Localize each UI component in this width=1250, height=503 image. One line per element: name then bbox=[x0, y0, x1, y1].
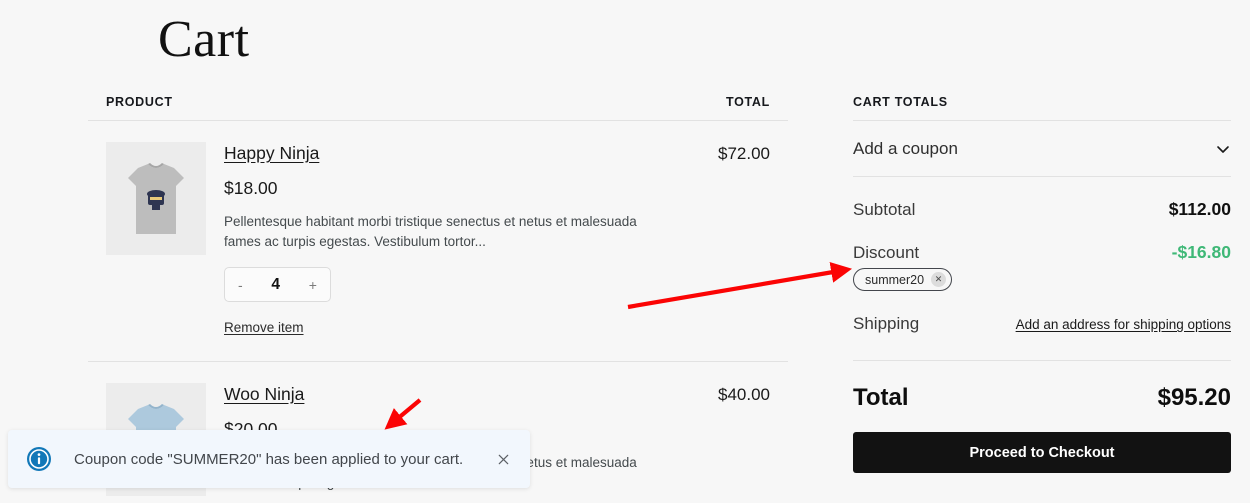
add-coupon-label: Add a coupon bbox=[853, 138, 958, 158]
quantity-value: 4 bbox=[271, 275, 281, 293]
add-shipping-address-link[interactable]: Add an address for shipping options bbox=[1016, 317, 1231, 332]
total-label: Total bbox=[853, 384, 909, 411]
row-line-total: $72.00 bbox=[718, 144, 770, 163]
quantity-stepper[interactable]: - 4 + bbox=[224, 267, 331, 302]
add-coupon-toggle[interactable]: Add a coupon bbox=[853, 121, 1231, 177]
quantity-decrement-button[interactable]: - bbox=[238, 278, 243, 292]
total-value: $95.20 bbox=[1157, 384, 1231, 411]
shipping-label: Shipping bbox=[853, 314, 920, 333]
shipping-row: Shipping Add an address for shipping opt… bbox=[853, 314, 1231, 361]
coupon-applied-toast: Coupon code "SUMMER20" has been applied … bbox=[8, 430, 530, 488]
tshirt-icon bbox=[106, 142, 206, 255]
product-thumbnail[interactable] bbox=[106, 142, 206, 255]
cart-page: Cart PRODUCT TOTAL Happy Ninja $18.00 Pe… bbox=[0, 0, 1250, 503]
discount-row: Discount -$16.80 bbox=[853, 242, 1231, 263]
product-details: Happy Ninja $18.00 Pellentesque habitant… bbox=[206, 142, 660, 337]
cart-totals-heading: CART TOTALS bbox=[853, 95, 1231, 121]
discount-value: -$16.80 bbox=[1171, 242, 1231, 262]
product-name-link[interactable]: Woo Ninja bbox=[224, 383, 304, 405]
quantity-increment-button[interactable]: + bbox=[309, 278, 317, 292]
subtotal-value: $112.00 bbox=[1168, 199, 1231, 219]
page-title: Cart bbox=[158, 11, 250, 68]
product-unit-price: $18.00 bbox=[224, 178, 278, 198]
coupon-chip-label: summer20 bbox=[865, 272, 925, 287]
column-header-product: PRODUCT bbox=[106, 95, 173, 109]
toast-message: Coupon code "SUMMER20" has been applied … bbox=[74, 450, 464, 468]
product-description: Pellentesque habitant morbi tristique se… bbox=[224, 214, 637, 249]
cart-totals-panel: CART TOTALS Add a coupon Subtotal $112.0… bbox=[853, 95, 1231, 473]
applied-coupons: summer20 ✕ bbox=[853, 268, 1231, 291]
product-name-link[interactable]: Happy Ninja bbox=[224, 142, 319, 164]
table-row: Happy Ninja $18.00 Pellentesque habitant… bbox=[88, 121, 788, 362]
row-line-total: $40.00 bbox=[718, 385, 770, 404]
column-header-total: TOTAL bbox=[725, 95, 770, 109]
proceed-to-checkout-button[interactable]: Proceed to Checkout bbox=[853, 432, 1231, 473]
coupon-remove-icon[interactable]: ✕ bbox=[931, 272, 947, 287]
chevron-down-icon bbox=[1217, 145, 1229, 153]
close-icon bbox=[498, 454, 508, 464]
coupon-chip[interactable]: summer20 ✕ bbox=[853, 268, 953, 291]
subtotal-label: Subtotal bbox=[853, 200, 916, 219]
remove-item-link[interactable]: Remove item bbox=[224, 320, 304, 335]
cart-table-header: PRODUCT TOTAL bbox=[88, 95, 788, 121]
discount-label: Discount bbox=[853, 243, 920, 262]
info-icon bbox=[27, 447, 51, 471]
subtotal-row: Subtotal $112.00 bbox=[853, 199, 1231, 220]
grand-total-row: Total $95.20 bbox=[853, 384, 1231, 412]
toast-close-button[interactable] bbox=[492, 448, 514, 470]
